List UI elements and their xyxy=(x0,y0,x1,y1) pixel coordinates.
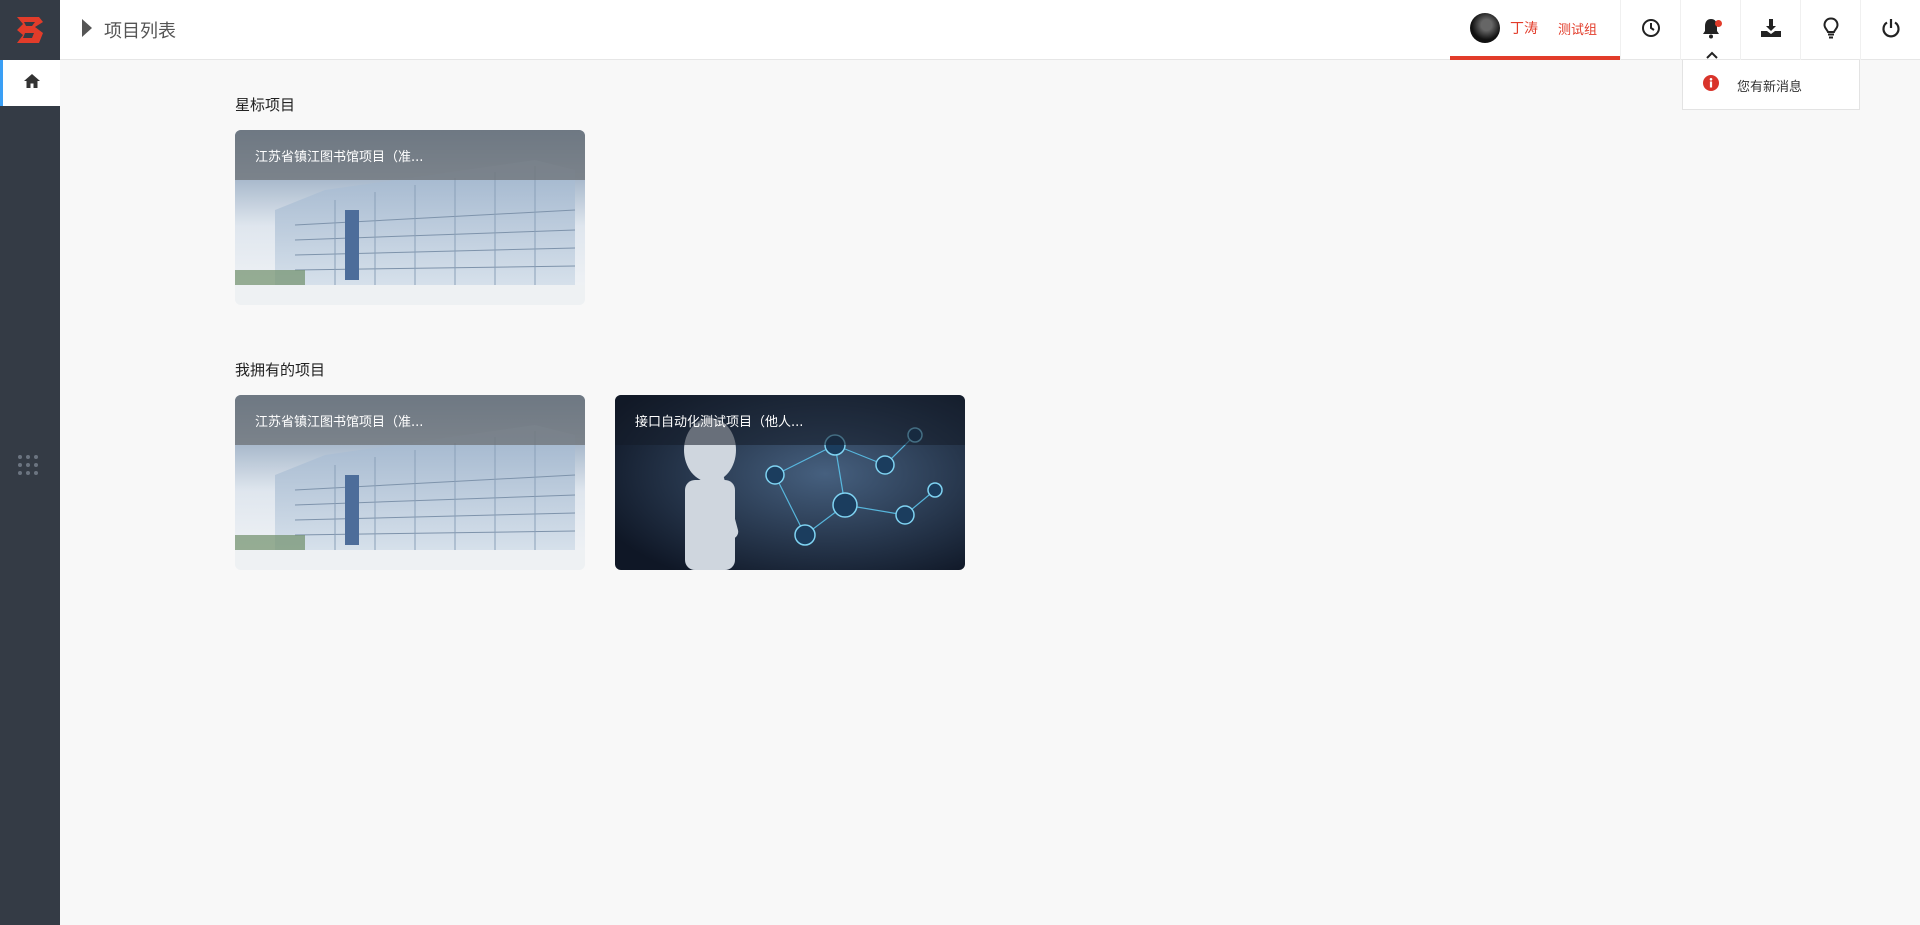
apps-grid-icon xyxy=(17,454,39,480)
starred-section-title: 星标项目 xyxy=(235,96,296,114)
user-name: 丁涛 xyxy=(1510,21,1538,37)
user-menu[interactable]: 丁涛 测试组 xyxy=(1450,0,1620,60)
sidebar xyxy=(0,0,60,925)
download-icon xyxy=(1760,18,1782,42)
card-header: 江苏省镇江图书馆项目（准... xyxy=(235,395,585,445)
notification-item[interactable]: 您有新消息 xyxy=(1703,75,1802,95)
top-bar: 项目列表 丁涛 测试组 xyxy=(60,0,1920,60)
notification-dot xyxy=(1715,20,1722,27)
project-card[interactable]: 江苏省镇江图书馆项目（准... xyxy=(235,395,585,570)
project-card[interactable]: 江苏省镇江图书馆项目（准... xyxy=(235,130,585,305)
notification-text: 您有新消息 xyxy=(1737,79,1803,95)
download-button[interactable] xyxy=(1740,0,1800,60)
user-group: 测试组 xyxy=(1558,22,1598,38)
lightbulb-icon xyxy=(1822,17,1839,43)
card-title: 江苏省镇江图书馆项目（准... xyxy=(255,414,424,430)
chevron-up-icon xyxy=(1706,51,1718,59)
breadcrumb: 项目列表 xyxy=(82,0,176,60)
notification-popup: 您有新消息 xyxy=(1682,60,1860,110)
power-icon xyxy=(1881,18,1901,42)
card-header: 接口自动化测试项目（他人... xyxy=(615,395,965,445)
sidebar-item-home[interactable] xyxy=(0,60,60,106)
brand-logo-icon[interactable] xyxy=(0,0,60,60)
avatar xyxy=(1470,13,1500,43)
home-icon xyxy=(23,73,41,93)
caret-right-icon[interactable] xyxy=(82,19,92,41)
project-card[interactable]: 接口自动化测试项目（他人... xyxy=(615,395,965,570)
card-title: 江苏省镇江图书馆项目（准... xyxy=(255,149,424,165)
apps-grid-button[interactable] xyxy=(14,453,42,481)
logout-button[interactable] xyxy=(1860,0,1920,60)
tips-button[interactable] xyxy=(1800,0,1860,60)
clock-icon xyxy=(1641,18,1661,42)
page-title: 项目列表 xyxy=(104,21,176,42)
info-icon xyxy=(1703,75,1719,95)
card-title: 接口自动化测试项目（他人... xyxy=(635,414,804,430)
history-button[interactable] xyxy=(1620,0,1680,60)
owned-section-title: 我拥有的项目 xyxy=(235,361,326,379)
card-header: 江苏省镇江图书馆项目（准... xyxy=(235,130,585,180)
